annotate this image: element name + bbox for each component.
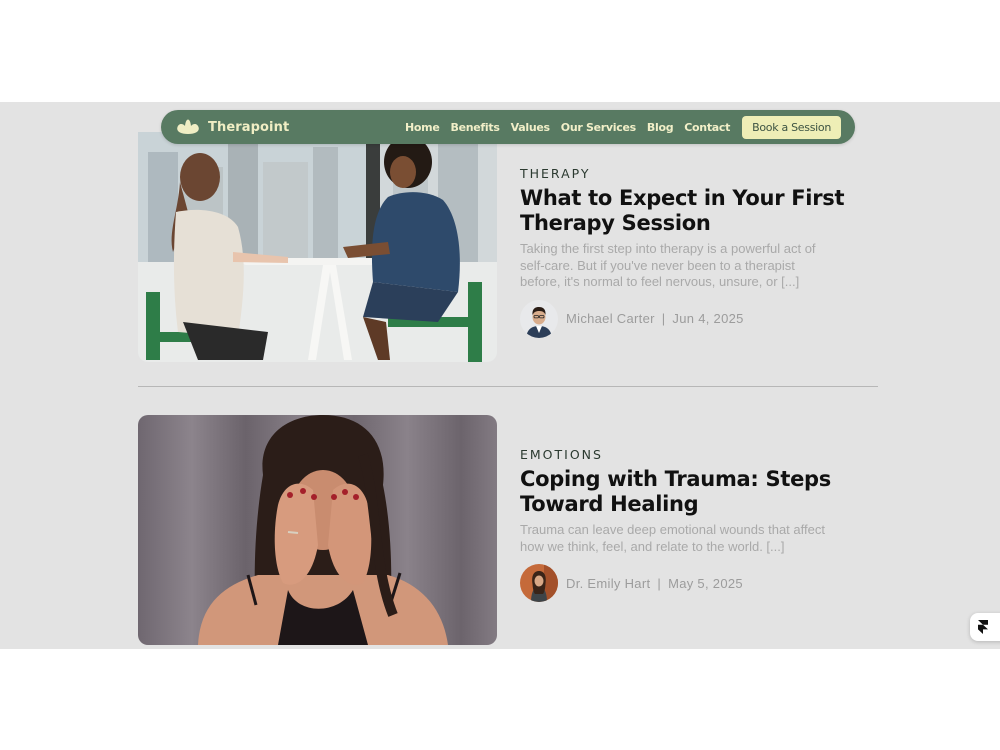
article-card: THERAPY What to Expect in Your First The…	[138, 132, 878, 364]
author-avatar	[520, 299, 558, 338]
framer-logo-icon	[978, 620, 988, 634]
article-category: EMOTIONS	[520, 447, 603, 462]
author-name[interactable]: Michael Carter	[566, 311, 655, 326]
publish-date: May 5, 2025	[668, 575, 743, 591]
nav-link-blog[interactable]: Blog	[647, 121, 674, 134]
author-name[interactable]: Dr. Emily Hart	[566, 576, 650, 591]
byline: Michael Carter | Jun 4, 2025	[566, 311, 744, 326]
nav-link-home[interactable]: Home	[405, 121, 440, 134]
page-viewport: Therapoint Home Benefits Values Our Serv…	[0, 102, 1000, 649]
article-meta: THERAPY What to Expect in Your First The…	[520, 166, 850, 338]
article-category: THERAPY	[520, 166, 591, 181]
therapy-session-photo	[138, 132, 497, 362]
book-session-button[interactable]: Book a Session	[742, 115, 841, 139]
article-image[interactable]	[138, 132, 497, 362]
nav-link-our-services[interactable]: Our Services	[561, 121, 636, 134]
article-excerpt: Taking the first step into therapy is a …	[520, 241, 816, 289]
brand-logo-icon	[177, 119, 199, 134]
nav-link-contact[interactable]: Contact	[684, 121, 730, 134]
nav-links: Home Benefits Values Our Services Blog C…	[405, 115, 841, 139]
byline-separator: |	[657, 575, 662, 591]
brand[interactable]: Therapoint	[176, 119, 289, 135]
framer-badge[interactable]	[970, 613, 1000, 641]
article-image[interactable]	[138, 415, 497, 645]
navbar: Therapoint Home Benefits Values Our Serv…	[161, 110, 855, 144]
article-card: EMOTIONS Coping with Trauma: Steps Towar…	[138, 415, 878, 645]
brand-name: Therapoint	[208, 119, 290, 135]
author-row: Michael Carter | Jun 4, 2025	[520, 299, 850, 338]
article-title[interactable]: Coping with Trauma: Steps Toward Healing	[520, 467, 850, 517]
author-row: Dr. Emily Hart | May 5, 2025	[520, 564, 850, 602]
byline: Dr. Emily Hart | May 5, 2025	[566, 576, 743, 591]
article-title[interactable]: What to Expect in Your First Therapy Ses…	[520, 186, 850, 236]
byline-separator: |	[661, 311, 666, 326]
nav-link-benefits[interactable]: Benefits	[451, 121, 500, 134]
article-meta: EMOTIONS Coping with Trauma: Steps Towar…	[520, 447, 850, 602]
author-avatar	[520, 564, 558, 602]
grieving-woman-photo	[138, 415, 497, 645]
publish-date: Jun 4, 2025	[672, 311, 744, 326]
nav-link-values[interactable]: Values	[511, 121, 550, 134]
article-divider	[138, 386, 878, 387]
article-excerpt: Trauma can leave deep emotional wounds t…	[520, 522, 825, 554]
